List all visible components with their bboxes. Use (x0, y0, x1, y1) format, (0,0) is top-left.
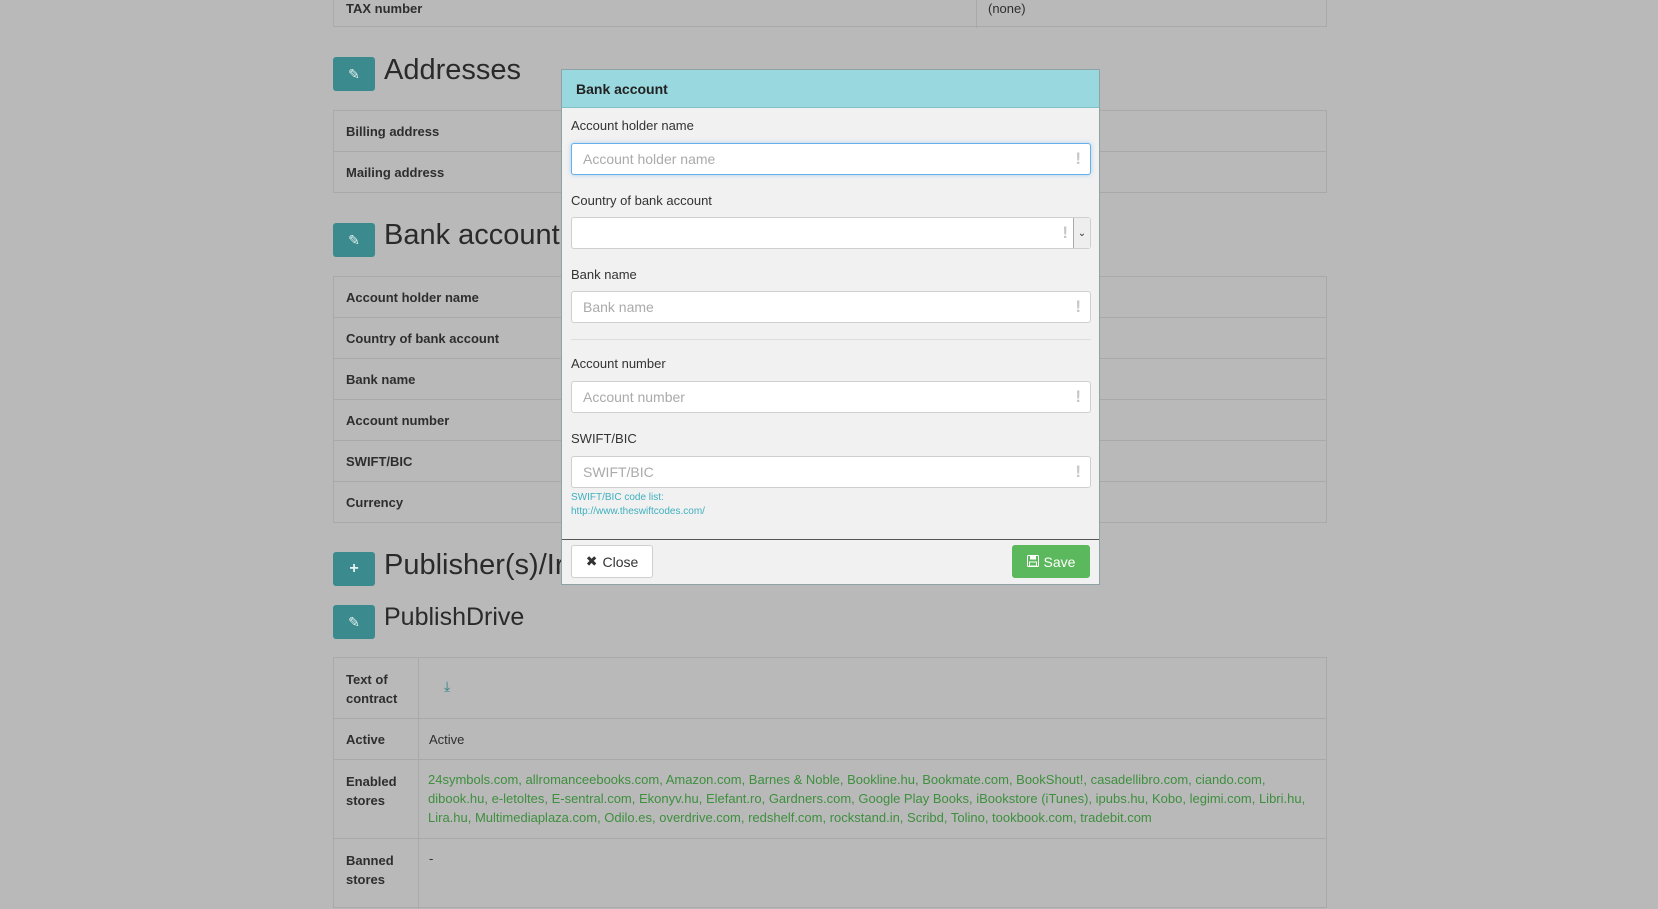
banned-stores-row: Banned stores - (333, 838, 1327, 909)
enabled-stores-label: Enabled stores (346, 774, 397, 808)
required-icon: ! (1062, 223, 1068, 242)
bank-row-label: Currency (346, 495, 404, 510)
close-button[interactable]: ✖ Close (571, 545, 653, 578)
required-icon: ! (1075, 297, 1081, 316)
floppy-disk-icon (1026, 554, 1039, 570)
contract-label: Text of contract (346, 672, 398, 706)
bank-name-label: Bank name (571, 267, 637, 282)
account-number-input[interactable] (571, 381, 1091, 413)
swift-help-link[interactable]: http://www.theswiftcodes.com/ (571, 505, 705, 519)
account-holder-input[interactable] (571, 143, 1091, 175)
edit-publishdrive-button[interactable]: ✎ (333, 605, 375, 639)
billing-address-label: Billing address (346, 124, 440, 139)
edit-addresses-button[interactable]: ✎ (333, 57, 375, 91)
tax-number-value: (none) (988, 1, 1026, 16)
form-divider (571, 339, 1091, 340)
bank-name-input[interactable] (571, 291, 1091, 323)
addresses-title: Addresses (384, 54, 522, 86)
banned-stores-value: - (429, 851, 434, 866)
save-button[interactable]: Save (1012, 545, 1090, 578)
bank-account-modal: Bank account Account holder name ! Count… (561, 69, 1100, 585)
required-icon: ! (1075, 149, 1081, 168)
tax-number-label: TAX number (346, 1, 423, 16)
pencil-icon: ✎ (348, 613, 360, 630)
mailing-address-label: Mailing address (346, 165, 445, 180)
swift-field-wrap: ! (562, 456, 1099, 490)
download-icon[interactable]: ⤓ (444, 678, 450, 695)
modal-footer: ✖ Close Save (562, 539, 1099, 584)
times-icon: ✖ (585, 553, 598, 569)
tax-number-row: TAX number (none) (333, 0, 1327, 28)
plus-icon: + (349, 560, 359, 577)
holder-label: Account holder name (571, 118, 694, 133)
active-label: Active (346, 732, 386, 747)
publishers-title: Publisher(s)/Ir (384, 549, 565, 581)
modal-header: Bank account (562, 70, 1099, 108)
modal-title: Bank account (576, 80, 668, 97)
bank-account-title: Bank account (384, 219, 560, 251)
country-select[interactable]: ! ⌄ (571, 217, 1091, 249)
banned-stores-label: Banned stores (346, 853, 394, 887)
save-button-label: Save (1043, 553, 1076, 570)
swift-label: SWIFT/BIC (571, 431, 637, 446)
active-value: Active (429, 732, 465, 747)
country-label: Country of bank account (571, 193, 712, 208)
account-field-wrap: ! (562, 381, 1099, 415)
bank-field-wrap: ! (562, 291, 1099, 325)
holder-field-wrap: ! (562, 143, 1099, 177)
close-button-label: Close (602, 553, 639, 570)
bank-row-label: SWIFT/BIC (346, 454, 413, 469)
enabled-stores-list: 24symbols.com, allromanceebooks.com, Ama… (428, 772, 1306, 825)
required-icon: ! (1075, 387, 1081, 406)
add-publisher-button[interactable]: + (333, 552, 375, 586)
swift-help-text: SWIFT/BIC code list: (571, 492, 664, 503)
bank-row-label: Account number (346, 413, 450, 428)
bank-row-label: Bank name (346, 372, 416, 387)
edit-bank-account-button[interactable]: ✎ (333, 223, 375, 257)
publishdrive-title: PublishDrive (384, 603, 525, 631)
pencil-icon: ✎ (348, 231, 360, 248)
active-row: Active Active (333, 718, 1327, 761)
chevron-down-icon[interactable]: ⌄ (1073, 218, 1090, 248)
pencil-icon: ✎ (348, 65, 360, 82)
swift-input[interactable] (571, 456, 1091, 488)
bank-row-label: Account holder name (346, 290, 479, 305)
contract-row: Text of contract ⤓ (333, 657, 1327, 720)
account-number-label: Account number (571, 356, 666, 371)
bank-row-label: Country of bank account (346, 331, 500, 346)
swift-help: SWIFT/BIC code list: http://www.theswift… (571, 491, 705, 519)
required-icon: ! (1075, 462, 1081, 481)
